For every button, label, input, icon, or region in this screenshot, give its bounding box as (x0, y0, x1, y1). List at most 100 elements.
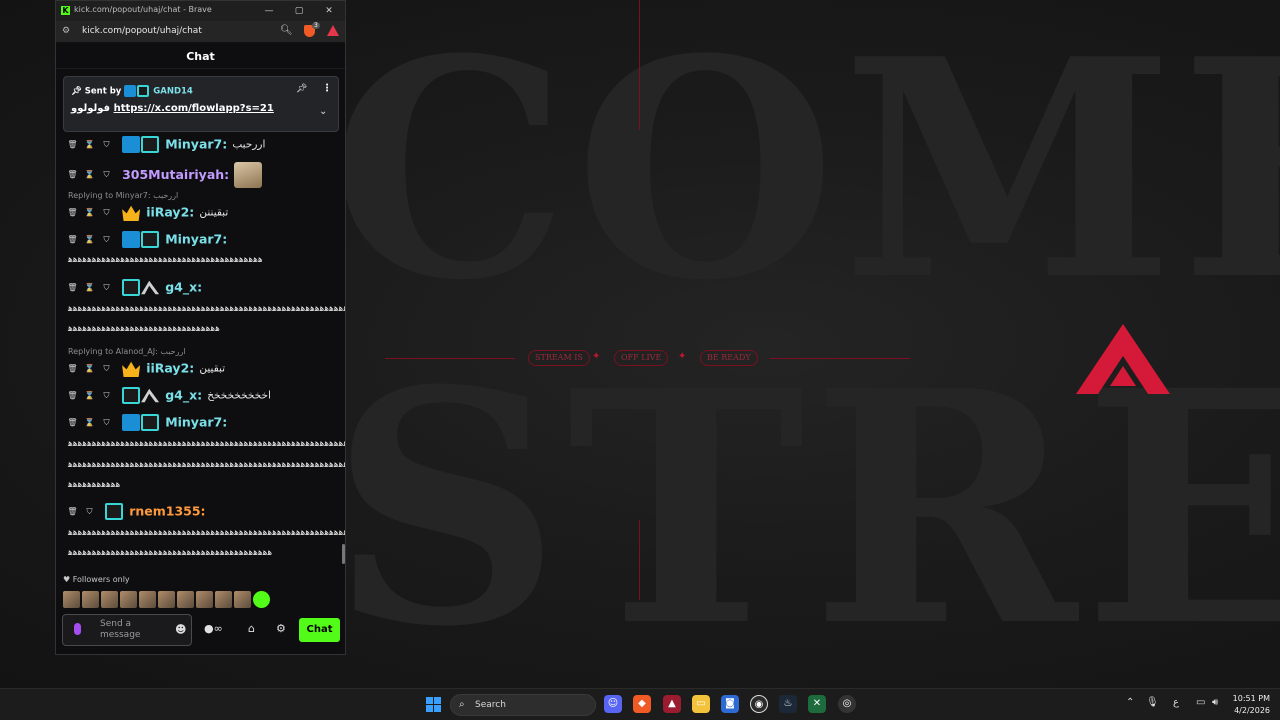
emote-item[interactable] (63, 591, 80, 608)
ban-shield-icon[interactable]: ⛉ (100, 165, 113, 185)
timeout-icon[interactable]: ⌛ (83, 278, 96, 298)
obs-icon[interactable]: ◉ (750, 695, 768, 713)
recent-emotes (63, 591, 272, 609)
emote-item[interactable] (101, 591, 118, 608)
more-options-icon[interactable]: ⋮ (322, 83, 332, 94)
emoji-icon[interactable]: ☻ (175, 623, 186, 636)
ban-shield-icon[interactable]: ⛉ (100, 359, 113, 379)
ban-shield-icon[interactable]: ⛉ (100, 135, 113, 155)
brave-icon[interactable]: ◆ (633, 695, 651, 713)
emote-item[interactable] (158, 591, 175, 608)
microphone-icon[interactable] (74, 623, 81, 635)
xbox-icon[interactable]: ✕ (808, 695, 826, 713)
close-button[interactable]: ✕ (321, 4, 337, 18)
message-input[interactable]: Send a message ☻ (62, 614, 192, 646)
maximize-button[interactable]: ▢ (291, 4, 307, 18)
windows-start-icon[interactable] (426, 697, 441, 712)
file-explorer-icon[interactable]: ▭ (692, 695, 710, 713)
address-bar[interactable]: ⚙ kick.com/popout/uhaj/chat 🔍︎ 3 (56, 21, 345, 43)
tray-chevron-up-icon[interactable]: ⌃ (1126, 697, 1134, 708)
delete-icon[interactable]: 🗑 (66, 230, 79, 250)
username[interactable]: Minyar7: (165, 232, 227, 247)
emote-item[interactable] (253, 591, 270, 608)
heart-icon: ♥ (63, 575, 71, 584)
emote-item[interactable] (215, 591, 232, 608)
emote-item[interactable] (177, 591, 194, 608)
settings-gear-icon[interactable]: ⚙ (276, 622, 286, 635)
message-text: ﻫﻫﻫﻫﻫﻫﻫﻫﻫﻫﻫ (68, 480, 121, 490)
ban-shield-icon[interactable]: ⛉ (100, 278, 113, 298)
delete-icon[interactable]: 🗑 (66, 502, 79, 522)
steam-icon[interactable]: ♨ (779, 695, 797, 713)
crown-badge-icon (122, 205, 141, 221)
ban-shield-icon[interactable]: ⛉ (100, 230, 113, 250)
chat-messages[interactable]: 🗑 ⌛ ⛉ Minyar7: اررحبب 🗑 ⌛ ⛉ 305Mutairiyah: R… (56, 69, 345, 569)
app-icon[interactable]: ◎ (838, 695, 856, 713)
ban-shield-icon[interactable]: ⛉ (100, 413, 113, 433)
pinned-message[interactable]: 📌︎ Sent by GAND14 📌︎ ⋮ فولولوو https://x… (63, 76, 339, 132)
emote-item[interactable] (139, 591, 156, 608)
apex-icon[interactable]: ▲ (663, 695, 681, 713)
username[interactable]: iiRay2: (146, 205, 194, 220)
delete-icon[interactable]: 🗑 (66, 203, 79, 223)
volume-icon[interactable]: 🔊︎ (1212, 697, 1218, 708)
ban-shield-icon[interactable]: ⛉ (100, 203, 113, 223)
username[interactable]: rnem1355: (129, 504, 205, 519)
pinned-link[interactable]: https://x.com/flowlapp?s=21 (114, 103, 274, 114)
delete-icon[interactable]: 🗑 (66, 413, 79, 433)
ban-shield-icon[interactable]: ⛉ (83, 502, 96, 522)
timeout-icon[interactable]: ⌛ (83, 203, 96, 223)
app-icon[interactable]: ◙ (721, 695, 739, 713)
wallpaper-pill: OFF LIVE (614, 350, 669, 366)
emote-item[interactable] (82, 591, 99, 608)
timeout-icon[interactable]: ⌛ (83, 135, 96, 155)
minimize-button[interactable]: — (261, 4, 277, 18)
channel-points-icon[interactable]: ●∞ (204, 622, 223, 635)
clock[interactable]: 10:51 PM 4/2/2026 (1230, 693, 1270, 717)
delete-icon[interactable]: 🗑 (66, 165, 79, 185)
og-badge-icon (122, 279, 141, 296)
chevron-down-icon[interactable]: ⌄ (319, 106, 327, 117)
message-text: ﻫﻫﻫﻫﻫﻫﻫﻫﻫﻫﻫﻫﻫﻫﻫﻫﻫﻫﻫﻫﻫﻫﻫﻫﻫﻫﻫﻫﻫﻫﻫﻫﻫﻫﻫﻫﻫﻫﻫﻫ… (68, 460, 345, 470)
delete-icon[interactable]: 🗑 (66, 359, 79, 379)
ime-indicator[interactable]: ع (1173, 697, 1179, 708)
moderator-badge-icon (122, 231, 141, 248)
username[interactable]: g4_x: (165, 280, 202, 295)
username[interactable]: 305Mutairiyah: (122, 167, 229, 182)
delete-icon[interactable]: 🗑 (66, 278, 79, 298)
username[interactable]: iiRay2: (146, 361, 194, 376)
site-info-icon[interactable]: ⚙ (62, 26, 70, 36)
network-icon[interactable]: ▭ (1196, 697, 1205, 708)
title-bar[interactable]: K kick.com/popout/uhaj/chat - Brave — ▢ … (56, 1, 345, 21)
og-badge-icon (105, 503, 124, 520)
delete-icon[interactable]: 🗑 (66, 135, 79, 155)
ban-shield-icon[interactable]: ⛉ (100, 386, 113, 406)
username[interactable]: Minyar7: (165, 415, 227, 430)
clock-date: 4/2/2026 (1234, 706, 1270, 715)
username[interactable]: g4_x: (165, 388, 202, 403)
timeout-icon[interactable]: ⌛ (83, 386, 96, 406)
url-text[interactable]: kick.com/popout/uhaj/chat (82, 26, 202, 36)
username[interactable]: Minyar7: (165, 137, 227, 152)
emote-item[interactable] (120, 591, 137, 608)
reply-context[interactable]: Replying to Minyar7: اررحبب (68, 191, 178, 200)
chat-header: Chat (56, 44, 345, 69)
discord-icon[interactable]: ☺ (604, 695, 622, 713)
pinned-username[interactable]: GAND14 (153, 87, 193, 97)
timeout-icon[interactable]: ⌛ (83, 413, 96, 433)
store-icon[interactable]: ⌂ (248, 622, 255, 635)
taskbar-search[interactable]: ⌕ Search (450, 694, 596, 716)
reply-context[interactable]: Replying to Alanod_AJ: اررحبب (68, 347, 186, 356)
delete-icon[interactable]: 🗑 (66, 386, 79, 406)
timeout-icon[interactable]: ⌛ (83, 359, 96, 379)
zoom-icon[interactable]: 🔍︎ (280, 25, 293, 36)
brave-rewards-icon[interactable] (327, 25, 339, 36)
unpin-icon[interactable]: 📌︎ (296, 84, 307, 94)
scrollbar-thumb[interactable] (342, 544, 345, 564)
emote-item[interactable] (234, 591, 251, 608)
timeout-icon[interactable]: ⌛ (83, 165, 96, 185)
timeout-icon[interactable]: ⌛ (83, 230, 96, 250)
microphone-tray-icon[interactable]: 🎙︎ (1146, 697, 1159, 708)
emote-item[interactable] (196, 591, 213, 608)
send-chat-button[interactable]: Chat (299, 618, 340, 642)
